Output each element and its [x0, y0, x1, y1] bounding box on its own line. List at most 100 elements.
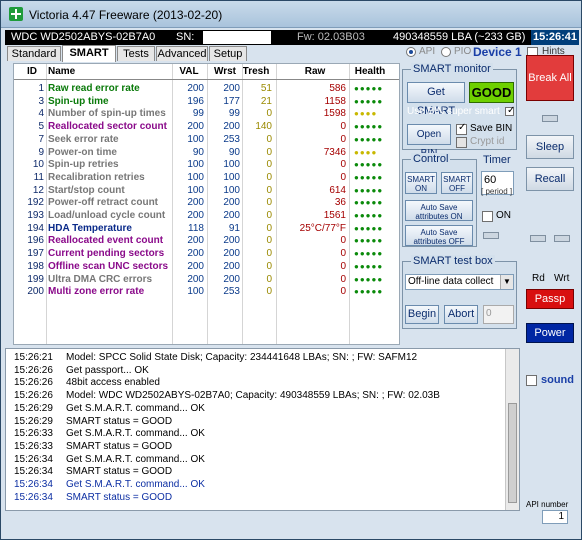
smart-monitor-panel: SMART monitor Get SMART GOOD Use BIN sup… — [402, 63, 517, 159]
passp-button[interactable]: Passp — [526, 289, 574, 309]
drive-model: WDC WD2502ABYS-02B7A0 — [11, 31, 156, 43]
attr-id: 10 — [32, 159, 44, 171]
attr-name: Load/unload cycle count — [48, 210, 166, 221]
get-smart-button[interactable]: Get SMART — [407, 82, 465, 117]
timer-on-checkbox[interactable] — [482, 211, 493, 222]
attr-threshold: 0 — [266, 184, 272, 196]
attr-worst: 200 — [223, 273, 240, 285]
table-row[interactable]: 196 Reallocated event count 200 200 0 0 ●●●●● — [14, 234, 399, 247]
col-health: Health — [348, 66, 392, 79]
attr-raw: 0 — [340, 159, 346, 171]
rd-indicator — [530, 235, 546, 242]
power-button[interactable]: Power — [526, 323, 574, 343]
table-row[interactable]: 193 Load/unload cycle count 200 200 0 1561 ●●●… — [14, 209, 399, 222]
use-bin-checkbox[interactable] — [505, 105, 515, 116]
crypt-checkbox[interactable] — [456, 137, 467, 148]
attr-health: ●●●●● — [354, 211, 384, 220]
attr-name: Recalibration retries — [48, 171, 145, 183]
tab-standard[interactable]: Standard — [7, 46, 61, 61]
attr-threshold: 0 — [266, 171, 272, 183]
begin-button[interactable]: Begin — [405, 305, 439, 324]
table-row[interactable]: 4 Number of spin-up times 99 99 0 1598 ●●●● — [14, 107, 399, 120]
attr-threshold: 0 — [266, 260, 272, 272]
table-row[interactable]: 3 Spin-up time 196 177 21 1158 ●●●●● — [14, 95, 399, 108]
table-row[interactable]: 10 Spin-up retries 100 100 0 0 ●●●●● — [14, 158, 399, 171]
sleep-button[interactable]: Sleep — [526, 135, 574, 159]
log-line: 15:26:26 Get passport... OK — [14, 365, 149, 377]
col-tresh: Tresh — [240, 66, 272, 79]
auto-save-off-button[interactable]: Auto Save attributes OFF — [405, 225, 473, 246]
log-text: 48bit access enabled — [66, 377, 160, 389]
table-row[interactable]: 12 Start/stop count 100 100 0 614 ●●●●● — [14, 184, 399, 197]
tab-tests[interactable]: Tests — [117, 46, 155, 61]
attr-id: 5 — [38, 121, 44, 133]
log-time: 15:26:21 — [14, 352, 53, 363]
smart-off-button[interactable]: SMART OFF — [441, 172, 473, 194]
table-row[interactable]: 5 Reallocated sector count 200 200 140 0 ●●●●● — [14, 120, 399, 133]
log-text: Get S.M.A.R.T. command... OK — [66, 428, 205, 440]
window-title: Victoria 4.47 Freeware (2013-02-20) — [29, 8, 223, 22]
use-bin-label: Use BIN super smart — [407, 106, 500, 117]
chevron-down-icon[interactable]: ▼ — [500, 275, 513, 289]
attr-id: 193 — [27, 210, 44, 221]
log-time: 15:26:33 — [14, 440, 53, 452]
attr-id: 9 — [38, 146, 44, 158]
attr-worst: 100 — [223, 184, 240, 196]
log-line: 15:26:26 48bit access enabled — [14, 377, 160, 389]
save-bin-checkbox[interactable] — [456, 122, 467, 135]
table-row[interactable]: 9 Power-on time 90 90 0 7346 ●●●● — [14, 146, 399, 159]
table-row[interactable]: 1 Raw read error rate 200 200 51 586 ●●●●● — [14, 82, 399, 95]
test-progress-field[interactable]: 0 — [483, 305, 514, 324]
log-text: Model: WDC WD2502ABYS-02B7A0; Capacity: … — [66, 390, 440, 402]
attr-worst: 200 — [223, 235, 240, 247]
log-scrollbar[interactable] — [505, 349, 519, 510]
attr-raw: 0 — [340, 121, 346, 133]
api-number-field[interactable]: 1 — [542, 510, 568, 524]
table-row[interactable]: 11 Recalibration retries 100 100 0 0 ●●●●● — [14, 171, 399, 184]
attr-name: Multi zone error rate — [48, 286, 145, 298]
drive-info-bar: WDC WD2502ABYS-02B7A0 SN: Fw: 02.03B03 4… — [5, 30, 579, 45]
attr-threshold: 0 — [266, 222, 272, 234]
break-all-button[interactable]: Break All — [526, 55, 574, 101]
table-row[interactable]: 194 HDA Temperature 118 91 0 25°C/77°F ●●●●● — [14, 222, 399, 235]
table-row[interactable]: 197 Current pending sectors 200 200 0 0 ●●●●● — [14, 247, 399, 260]
attr-threshold: 0 — [266, 235, 272, 247]
attr-worst: 200 — [223, 83, 240, 94]
auto-save-on-button[interactable]: Auto Save attributes ON — [405, 200, 473, 221]
attr-value: 100 — [187, 184, 204, 196]
sound-checkbox[interactable] — [526, 375, 537, 386]
attr-worst: 100 — [223, 159, 240, 171]
table-row[interactable]: 199 Ultra DMA CRC errors 200 200 0 0 ●●●●● — [14, 273, 399, 286]
test-type-select[interactable]: Off-line data collect ▼ — [405, 274, 514, 290]
recall-button[interactable]: Recall — [526, 167, 574, 191]
smart-on-button[interactable]: SMART ON — [405, 172, 437, 194]
table-row[interactable]: 200 Multi zone error rate 100 253 0 0 ●●●●● — [14, 285, 399, 298]
log-time: 15:26:26 — [14, 377, 53, 389]
attr-raw: 0 — [340, 235, 346, 247]
attr-raw: 36 — [334, 197, 346, 209]
attr-health: ●●●●● — [354, 223, 384, 233]
log-time: 15:26:34 — [14, 466, 53, 478]
attr-health: ●●●●● — [354, 198, 384, 208]
table-row[interactable]: 198 Offline scan UNC sectors 200 200 0 0 ●●●●● — [14, 260, 399, 273]
attr-value: 200 — [187, 210, 204, 221]
api-radio[interactable] — [406, 47, 416, 57]
attr-name: Power-off retract count — [48, 197, 159, 209]
open-bin-button[interactable]: Open BIN — [407, 124, 451, 159]
tab-smart[interactable]: SMART — [62, 45, 116, 62]
pio-radio[interactable] — [441, 47, 451, 57]
tab-setup[interactable]: Setup — [209, 46, 247, 61]
table-row[interactable]: 192 Power-off retract count 200 200 0 36 ●●●●● — [14, 196, 399, 209]
table-row[interactable]: 7 Seek error rate 100 253 0 0 ●●●●● — [14, 133, 399, 146]
tab-advanced[interactable]: Advanced — [156, 46, 208, 61]
attr-health: ●●●●● — [354, 134, 384, 144]
attr-worst: 253 — [223, 286, 240, 298]
attr-threshold: 51 — [260, 83, 272, 94]
attr-health: ●●●●● — [354, 249, 384, 259]
abort-button[interactable]: Abort — [444, 305, 478, 324]
title-bar: Victoria 4.47 Freeware (2013-02-20) — [1, 1, 581, 28]
attr-id: 194 — [27, 222, 44, 234]
attr-value: 99 — [192, 108, 204, 120]
scroll-thumb[interactable] — [508, 403, 517, 503]
log-time: 15:26:34 — [14, 491, 53, 503]
